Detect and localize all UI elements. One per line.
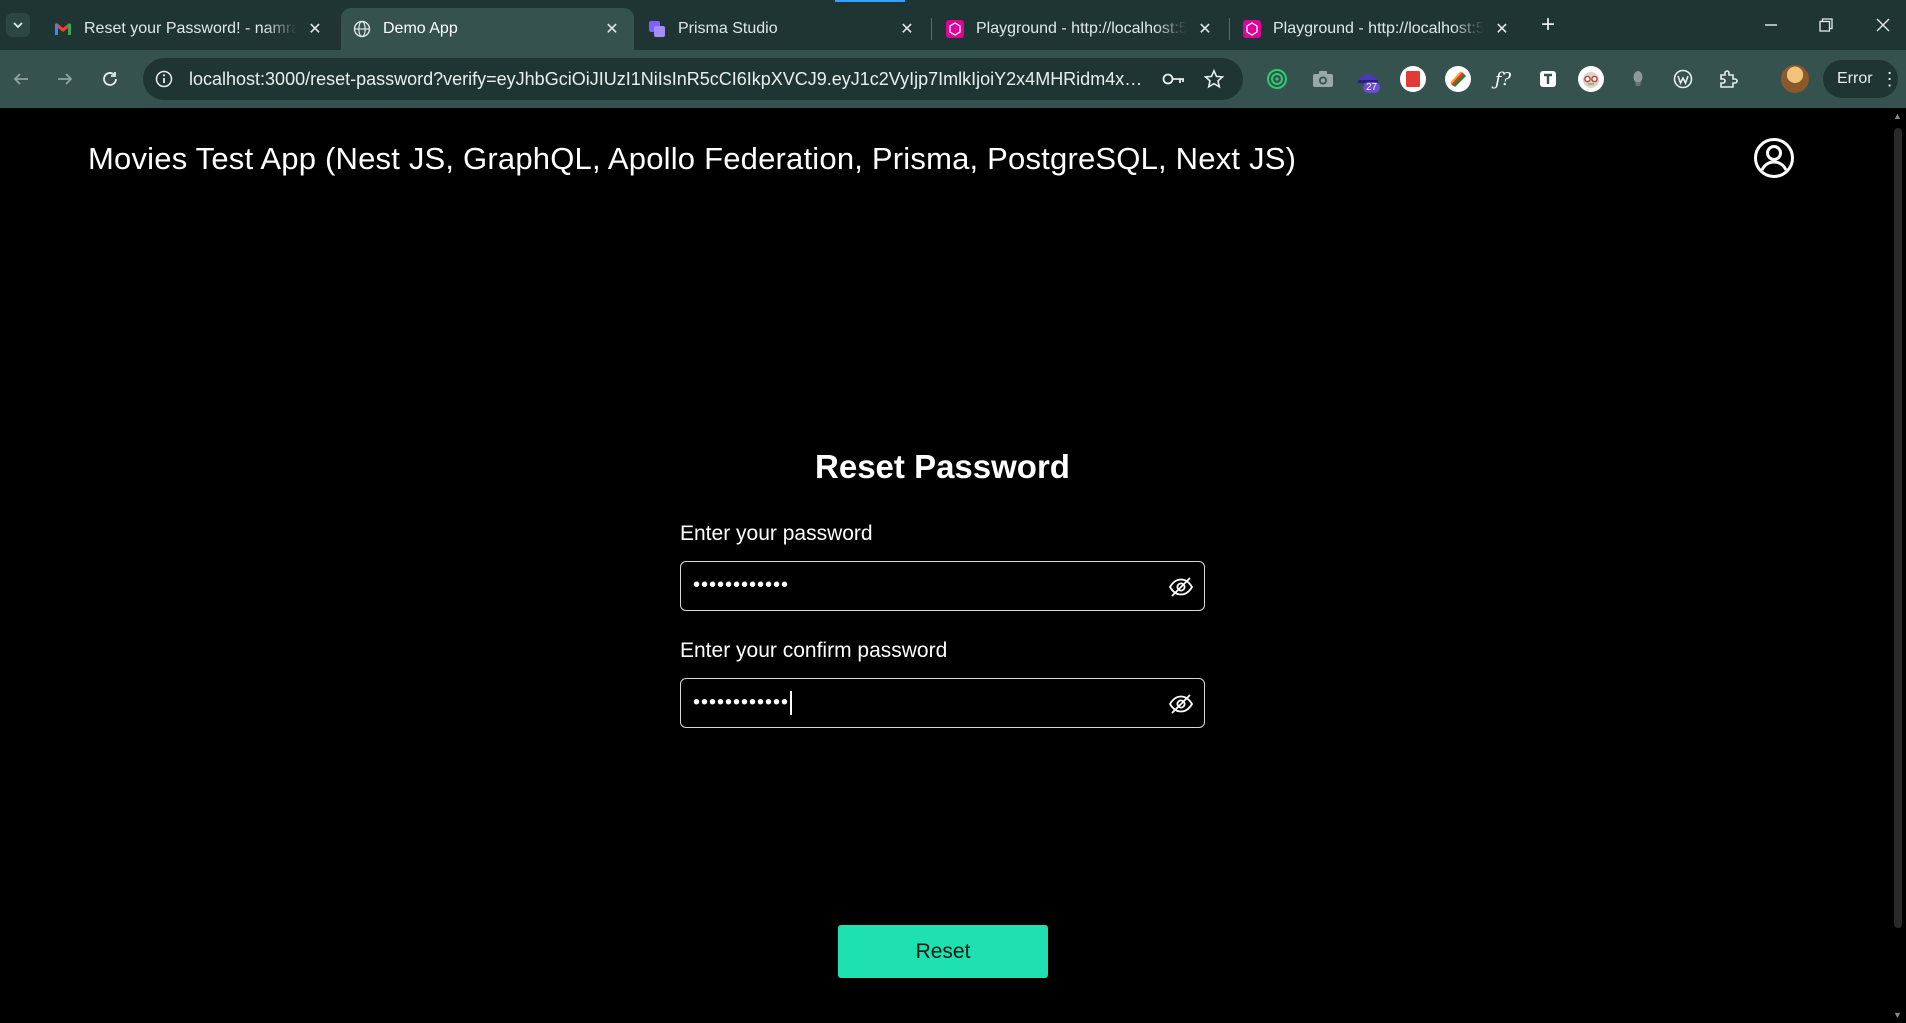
arrow-right-icon <box>58 73 73 85</box>
window-close-button[interactable] <box>1868 10 1898 40</box>
reset-button[interactable]: Reset <box>838 925 1048 978</box>
eye-off-icon[interactable] <box>1168 574 1194 600</box>
scroll-up-arrow-icon[interactable]: ▲ <box>1893 111 1902 121</box>
restore-icon <box>1819 18 1833 32</box>
extension-t-icon[interactable] <box>1535 66 1561 92</box>
tab-title: Demo App <box>383 20 458 37</box>
gmail-icon <box>54 20 72 38</box>
password-key-icon[interactable] <box>1161 66 1187 92</box>
prisma-icon <box>648 20 666 38</box>
globe-icon <box>353 20 371 38</box>
tab-title: Prisma Studio <box>678 20 778 37</box>
text-caret <box>790 691 793 715</box>
tab-search-button[interactable] <box>6 13 30 37</box>
close-icon[interactable]: ✕ <box>1195 19 1215 39</box>
forward-button[interactable] <box>52 66 78 92</box>
tab-title: Playground - http://localhost:50 <box>976 20 1187 37</box>
chevron-down-icon <box>13 22 23 29</box>
confirm-password-value: •••••••••••• <box>693 691 790 714</box>
password-value: •••••••••••• <box>693 574 790 596</box>
password-input[interactable]: •••••••••••• <box>680 561 1205 611</box>
close-icon[interactable]: ✕ <box>1492 19 1512 39</box>
new-tab-button[interactable]: + <box>1535 11 1561 38</box>
reload-icon <box>103 72 117 86</box>
profile-status-text: Error <box>1837 70 1873 87</box>
profile-error-chip[interactable]: Error ⋮ <box>1823 60 1899 98</box>
url-text[interactable]: localhost:3000/reset-password?verify=eyJ… <box>189 69 1149 90</box>
graphql-icon <box>946 20 964 38</box>
extension-target-icon[interactable] <box>1264 66 1290 92</box>
close-icon[interactable]: ✕ <box>305 19 325 39</box>
confirm-password-input[interactable]: •••••••••••• <box>680 678 1205 728</box>
scroll-thumb[interactable] <box>1894 128 1902 928</box>
minimize-button[interactable] <box>1756 10 1786 40</box>
confirm-password-label: Enter your confirm password <box>680 639 948 662</box>
tab-playground-2[interactable]: Playground - http://localhost:50 ✕ <box>1231 8 1524 50</box>
close-icon <box>1876 18 1890 32</box>
extension-face-icon[interactable] <box>1578 66 1604 92</box>
scroll-down-arrow-icon[interactable]: ▼ <box>1893 1010 1902 1020</box>
camera-icon[interactable] <box>1310 66 1336 92</box>
browser-toolbar: localhost:3000/reset-password?verify=eyJ… <box>0 50 1906 108</box>
kebab-menu-icon[interactable]: ⋮ <box>1881 69 1899 90</box>
profile-avatar[interactable] <box>1781 65 1809 93</box>
extensions-puzzle-icon[interactable] <box>1715 66 1741 92</box>
tab-separator <box>1229 18 1230 40</box>
page-scrollbar[interactable]: ▲ ▼ <box>1890 108 1906 1023</box>
extension-bulb-icon[interactable] <box>1625 66 1651 92</box>
extension-red-book-icon[interactable] <box>1400 66 1426 92</box>
extension-color-picker-icon[interactable] <box>1445 66 1471 92</box>
restore-button[interactable] <box>1811 10 1841 40</box>
back-button[interactable] <box>8 66 34 92</box>
formula-icon[interactable]: ƒ? <box>1490 66 1516 92</box>
password-label: Enter your password <box>680 522 873 545</box>
page: Movies Test App (Nest JS, GraphQL, Apoll… <box>0 108 1890 1023</box>
bookmark-star-icon[interactable] <box>1201 66 1227 92</box>
close-icon[interactable]: ✕ <box>602 19 622 39</box>
tab-prisma-studio[interactable]: Prisma Studio ✕ <box>636 8 929 50</box>
tab-separator <box>931 18 932 40</box>
extension-w-icon[interactable] <box>1670 66 1696 92</box>
app-title: Movies Test App (Nest JS, GraphQL, Apoll… <box>88 141 1297 176</box>
address-bar[interactable]: localhost:3000/reset-password?verify=eyJ… <box>143 58 1243 100</box>
tab-title: Reset your Password! - namrah <box>84 20 297 37</box>
tab-title: Playground - http://localhost:50 <box>1273 20 1484 37</box>
extension-badge: 27 <box>1363 82 1381 93</box>
loading-indicator <box>835 0 905 2</box>
reload-button[interactable] <box>97 66 123 92</box>
site-info-icon[interactable] <box>151 66 177 92</box>
tab-demo-app[interactable]: Demo App ✕ <box>341 8 634 50</box>
graphql-icon <box>1243 20 1261 38</box>
close-icon[interactable]: ✕ <box>897 19 917 39</box>
minimize-icon <box>1765 24 1777 26</box>
tab-playground-1[interactable]: Playground - http://localhost:50 ✕ <box>934 8 1227 50</box>
tab-gmail[interactable]: Reset your Password! - namrah ✕ <box>42 8 337 50</box>
tab-strip: Reset your Password! - namrah ✕ Demo App… <box>0 0 1906 50</box>
user-account-icon[interactable] <box>1753 137 1795 179</box>
eye-off-icon[interactable] <box>1168 691 1194 717</box>
form-title: Reset Password <box>815 448 1070 485</box>
arrow-left-icon <box>13 73 28 85</box>
